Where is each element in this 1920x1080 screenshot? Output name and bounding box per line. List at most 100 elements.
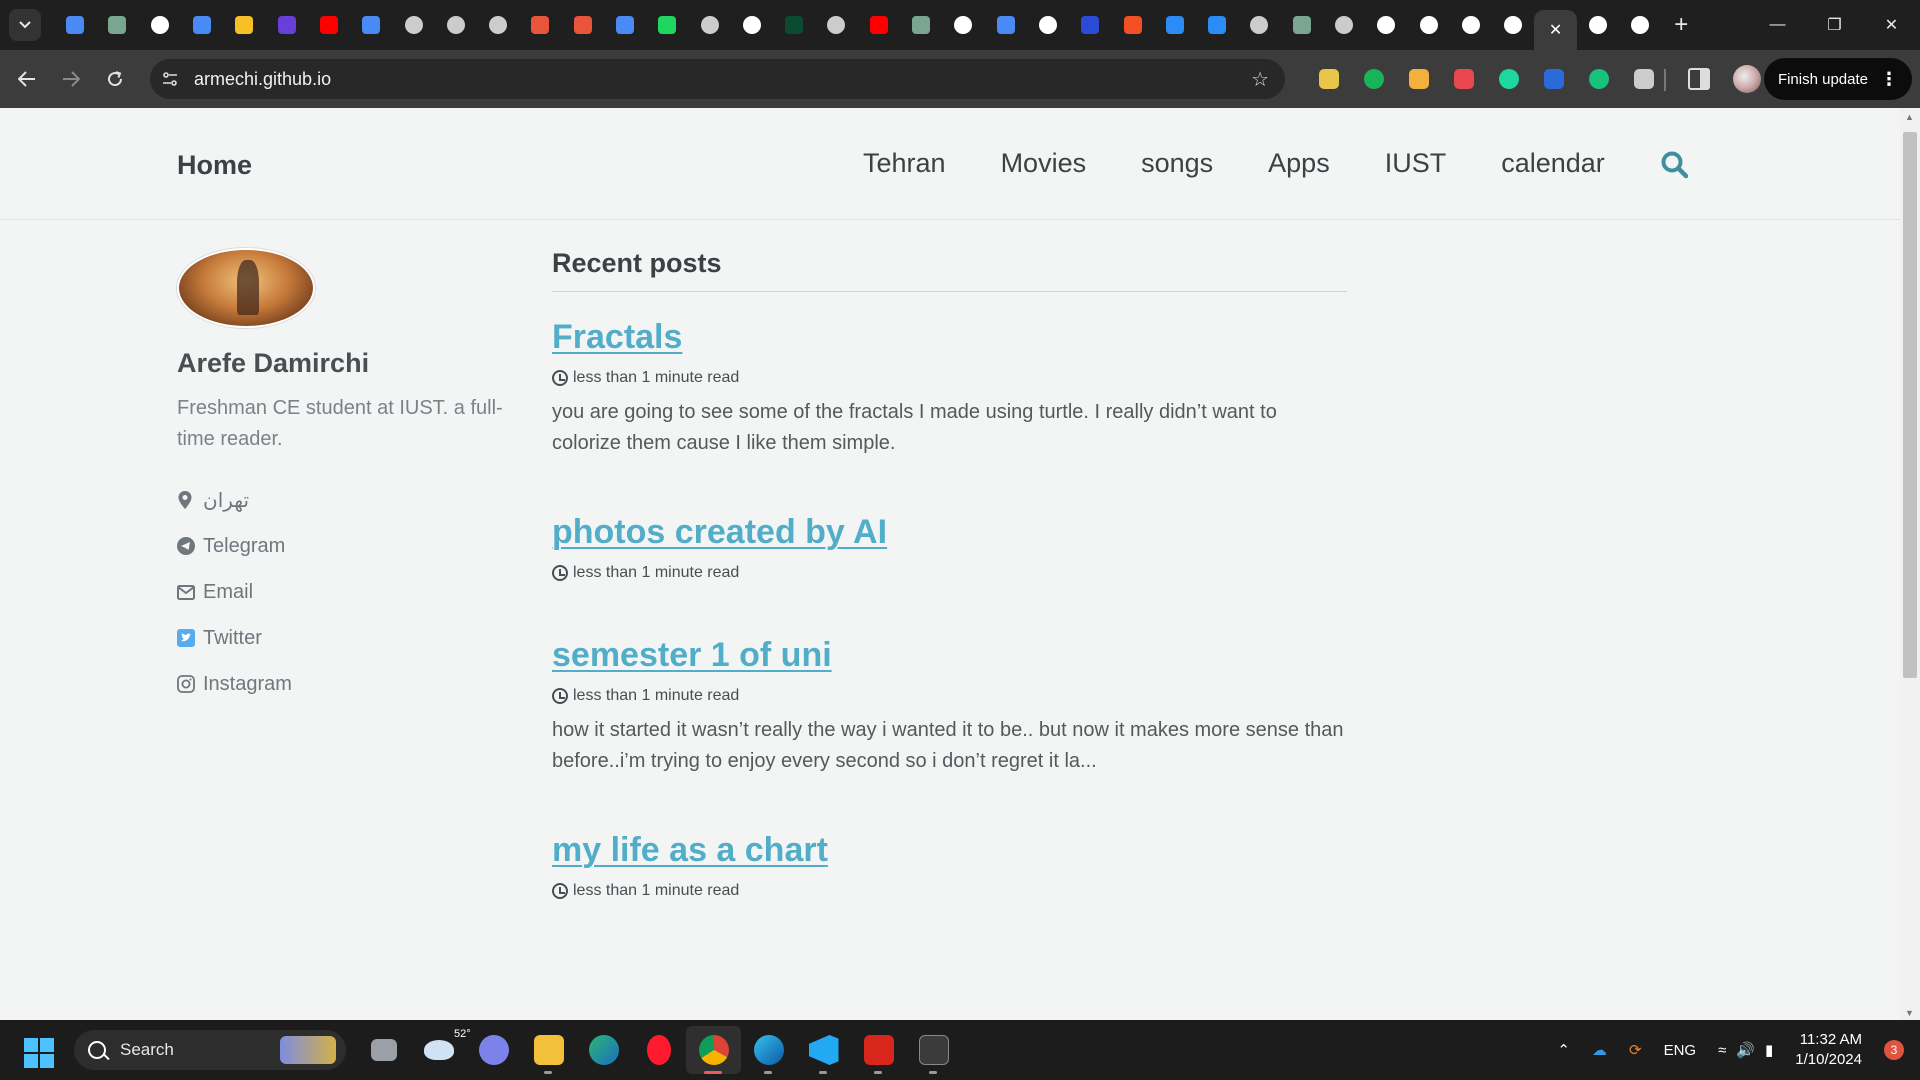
battery-icon[interactable]: ▮ (1765, 1041, 1773, 1059)
forward-button[interactable] (51, 59, 91, 99)
close-window-button[interactable]: ✕ (1863, 0, 1920, 50)
edge-app[interactable] (741, 1026, 796, 1074)
browser-tab[interactable]: ✕ (1534, 10, 1577, 50)
address-bar[interactable]: armechi.github.io ☆ (150, 59, 1285, 99)
clock[interactable]: 11:32 AM 1/10/2024 (1795, 1030, 1862, 1070)
post-title-link[interactable]: my life as a chart (552, 831, 828, 870)
browser-tab[interactable] (477, 7, 519, 43)
browser-tab[interactable] (392, 7, 434, 43)
finish-update-button[interactable]: Finish update ⋮ (1763, 58, 1912, 100)
minimize-button[interactable]: — (1749, 0, 1806, 50)
nav-link-songs[interactable]: songs (1141, 148, 1213, 179)
browser-tab[interactable] (858, 7, 900, 43)
search-button[interactable] (1660, 150, 1690, 180)
browser-tab[interactable] (562, 7, 604, 43)
browser-tab[interactable] (519, 7, 561, 43)
chevron-up-icon[interactable]: ⌃ (1557, 1041, 1570, 1059)
browser-tab[interactable] (815, 7, 857, 43)
browser-tab[interactable] (308, 7, 350, 43)
author-link-twitter[interactable]: Twitter (177, 615, 517, 661)
wifi-icon[interactable]: ≈ (1718, 1042, 1726, 1059)
bookmark-star-icon[interactable]: ☆ (1251, 67, 1269, 92)
extension-icon[interactable] (1306, 69, 1351, 89)
browser-tab[interactable] (731, 7, 773, 43)
nav-link-iust[interactable]: IUST (1385, 148, 1447, 179)
browser-tab[interactable] (646, 7, 688, 43)
chrome-app[interactable] (686, 1026, 741, 1074)
browser-tab[interactable] (1154, 7, 1196, 43)
browser-tab[interactable] (1238, 7, 1280, 43)
site-title-link[interactable]: Home (177, 150, 252, 181)
language-indicator[interactable]: ENG (1664, 1042, 1697, 1059)
post-title-link[interactable]: semester 1 of uni (552, 636, 832, 675)
edge-dev-app[interactable] (576, 1026, 631, 1074)
browser-tab[interactable] (1069, 7, 1111, 43)
browser-tab[interactable] (435, 7, 477, 43)
browser-tab[interactable] (1281, 7, 1323, 43)
browser-tab[interactable] (900, 7, 942, 43)
browser-tab[interactable] (265, 7, 307, 43)
extension-icon[interactable] (1396, 69, 1441, 89)
scrollbar-thumb[interactable] (1903, 132, 1917, 678)
extension-icon[interactable] (1486, 69, 1531, 89)
author-link-email[interactable]: Email (177, 569, 517, 615)
browser-tab[interactable] (181, 7, 223, 43)
back-button[interactable] (7, 59, 47, 99)
browser-tab[interactable] (1027, 7, 1069, 43)
nav-link-movies[interactable]: Movies (1001, 148, 1087, 179)
browser-tab[interactable] (942, 7, 984, 43)
extension-icon[interactable] (1441, 69, 1486, 89)
profile-avatar[interactable] (1733, 65, 1761, 93)
reload-button[interactable] (95, 59, 135, 99)
browser-tab[interactable] (139, 7, 181, 43)
browser-tab[interactable] (350, 7, 392, 43)
extension-icon[interactable] (1576, 69, 1621, 89)
sync-icon[interactable]: ⟳ (1629, 1041, 1642, 1059)
browser-tab[interactable] (604, 7, 646, 43)
browser-tab[interactable] (1365, 7, 1407, 43)
site-info-icon[interactable] (150, 72, 190, 86)
terminal-app[interactable] (906, 1026, 961, 1074)
nav-link-calendar[interactable]: calendar (1501, 148, 1605, 179)
restore-button[interactable]: ❐ (1806, 0, 1863, 50)
file-explorer-app[interactable] (521, 1026, 576, 1074)
weather-widget[interactable]: 52° (411, 1026, 471, 1074)
volume-icon[interactable]: 🔊 (1736, 1041, 1755, 1059)
nav-link-tehran[interactable]: Tehran (863, 148, 946, 179)
browser-tab[interactable] (1408, 7, 1450, 43)
page-scrollbar[interactable]: ▲ ▼ (1900, 108, 1920, 1020)
notification-badge[interactable]: 3 (1884, 1040, 1904, 1060)
scroll-up-icon[interactable]: ▲ (1905, 112, 1914, 122)
nav-link-apps[interactable]: Apps (1268, 148, 1330, 179)
url-text[interactable]: armechi.github.io (194, 69, 331, 90)
browser-tab[interactable] (1492, 7, 1534, 43)
browser-tab[interactable] (773, 7, 815, 43)
post-title-link[interactable]: photos created by AI (552, 513, 887, 552)
task-view-button[interactable] (356, 1026, 411, 1074)
author-link-instagram[interactable]: Instagram (177, 661, 517, 707)
browser-tab[interactable] (54, 7, 96, 43)
browser-tab[interactable] (1323, 7, 1365, 43)
start-button[interactable] (24, 1038, 54, 1068)
browser-tab[interactable] (688, 7, 730, 43)
browser-tab[interactable] (1577, 7, 1619, 43)
onedrive-icon[interactable]: ☁ (1592, 1041, 1607, 1059)
browser-tab[interactable] (1111, 7, 1153, 43)
vscode-app[interactable] (796, 1026, 851, 1074)
browser-tab[interactable] (1619, 7, 1661, 43)
post-title-link[interactable]: Fractals (552, 318, 682, 357)
extensions-puzzle-icon[interactable] (1621, 69, 1666, 89)
extension-icon[interactable] (1531, 69, 1576, 89)
extension-icon[interactable] (1351, 69, 1396, 89)
opera-app[interactable] (631, 1026, 686, 1074)
close-icon[interactable]: ✕ (1549, 20, 1562, 40)
browser-tab[interactable] (985, 7, 1027, 43)
browser-tab[interactable] (223, 7, 265, 43)
taskbar-search[interactable]: Search (74, 1030, 346, 1070)
acrobat-app[interactable] (851, 1026, 906, 1074)
scroll-down-icon[interactable]: ▼ (1905, 1008, 1914, 1018)
teams-app[interactable] (466, 1026, 521, 1074)
browser-tab[interactable] (96, 7, 138, 43)
side-panel-icon[interactable] (1688, 68, 1710, 90)
author-link-telegram[interactable]: Telegram (177, 523, 517, 569)
